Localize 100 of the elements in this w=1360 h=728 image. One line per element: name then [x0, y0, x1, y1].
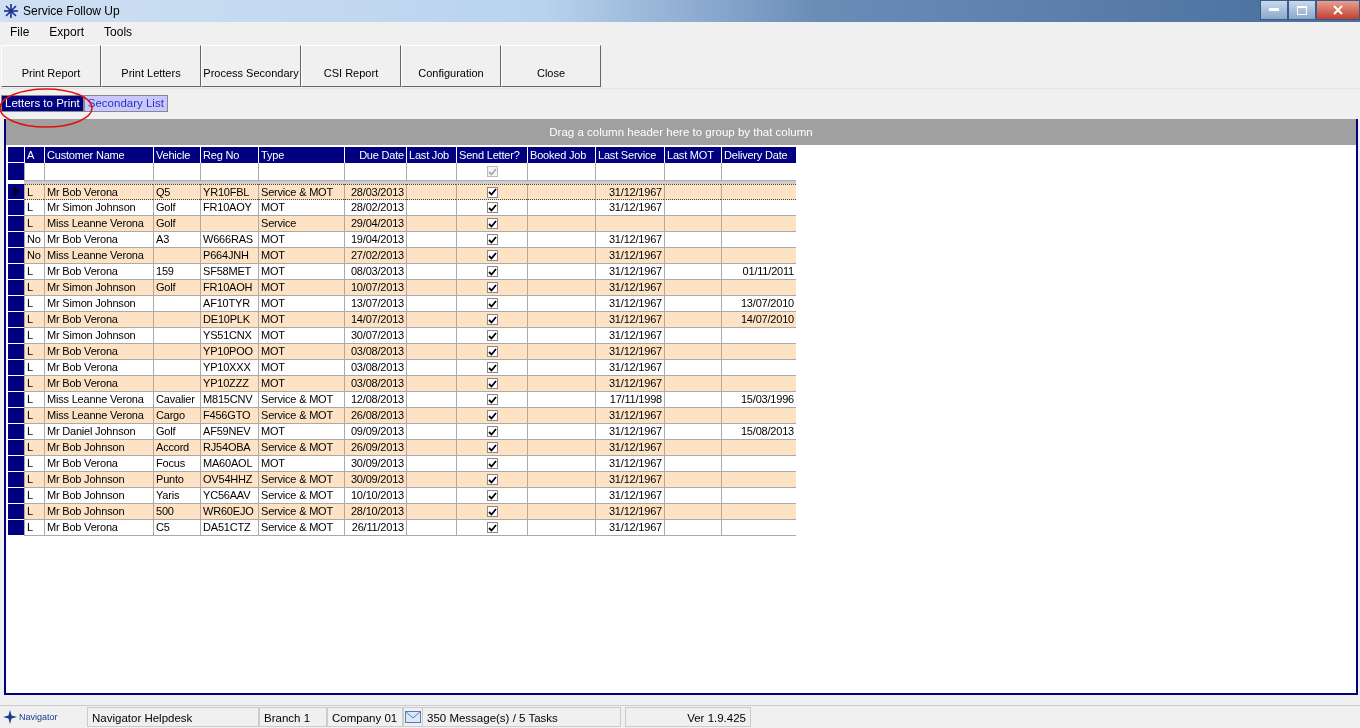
table-cell: Service & MOT — [258, 472, 344, 488]
table-cell: Q5 — [153, 184, 200, 200]
checkbox[interactable] — [486, 218, 498, 229]
checkbox[interactable] — [486, 458, 498, 469]
table-cell: 26/11/2013 — [344, 520, 406, 536]
checkbox[interactable] — [486, 474, 498, 485]
menu-item[interactable]: File — [0, 25, 40, 39]
row-header[interactable] — [8, 504, 24, 520]
row-header[interactable] — [8, 264, 24, 280]
checkbox[interactable] — [486, 362, 498, 373]
checkbox[interactable] — [486, 442, 498, 453]
checkbox[interactable] — [486, 522, 498, 533]
menu-item[interactable]: Export — [39, 25, 95, 39]
row-header[interactable] — [8, 376, 24, 392]
checkbox[interactable] — [486, 330, 498, 341]
column-header[interactable]: Send Letter? — [456, 147, 527, 163]
row-header[interactable] — [8, 472, 24, 488]
column-header[interactable]: A — [24, 147, 44, 163]
toolbar-button[interactable]: Configuration — [401, 45, 501, 87]
table-cell: RJ54OBA — [200, 440, 258, 456]
row-header[interactable] — [8, 248, 24, 264]
menu-item[interactable]: Tools — [94, 25, 143, 39]
table-cell — [153, 248, 200, 264]
checkbox[interactable] — [486, 506, 498, 517]
column-header[interactable]: Customer Name — [44, 147, 153, 163]
logo-text: Navigator — [19, 712, 58, 722]
row-header[interactable] — [8, 392, 24, 408]
table-cell: Mr Bob Verona — [44, 184, 153, 200]
minimize-icon — [1269, 8, 1279, 12]
tab[interactable]: Letters to Print — [1, 95, 84, 112]
toolbar-button[interactable]: CSI Report — [301, 45, 401, 87]
toolbar-button[interactable]: Process Secondary — [201, 45, 301, 87]
table-cell — [664, 376, 721, 392]
table-cell — [664, 344, 721, 360]
table-cell: 14/07/2010 — [721, 312, 796, 328]
close-button[interactable] — [1316, 0, 1360, 20]
table-cell: 31/12/1967 — [595, 408, 664, 424]
row-header[interactable] — [8, 232, 24, 248]
row-header[interactable] — [8, 520, 24, 536]
checkbox[interactable] — [486, 314, 498, 325]
checkbox[interactable] — [486, 346, 498, 357]
column-header[interactable]: Last MOT — [664, 147, 721, 163]
checkbox[interactable] — [486, 490, 498, 501]
maximize-button[interactable] — [1288, 0, 1316, 20]
table-cell: L — [24, 504, 44, 520]
table-cell: 31/12/1967 — [595, 376, 664, 392]
row-header[interactable] — [8, 344, 24, 360]
table-cell: 28/03/2013 — [344, 184, 406, 200]
column-header[interactable]: Type — [258, 147, 344, 163]
row-header[interactable] — [8, 184, 24, 200]
filter-checkbox[interactable] — [486, 166, 498, 177]
table-cell — [200, 216, 258, 232]
row-header[interactable] — [8, 280, 24, 296]
column-header[interactable]: Vehicle — [153, 147, 200, 163]
checkbox[interactable] — [486, 410, 498, 421]
row-header — [8, 147, 24, 163]
toolbar-button[interactable]: Print Report — [1, 45, 101, 87]
checkbox[interactable] — [486, 394, 498, 405]
checkbox[interactable] — [486, 426, 498, 437]
column-header[interactable]: Due Date — [344, 147, 406, 163]
table-cell: F456GTO — [200, 408, 258, 424]
checkbox[interactable] — [486, 298, 498, 309]
row-header[interactable] — [8, 312, 24, 328]
table-cell: L — [24, 216, 44, 232]
toolbar-button[interactable]: Close — [501, 45, 601, 87]
row-header[interactable] — [8, 328, 24, 344]
column-header[interactable]: Last Job — [406, 147, 456, 163]
row-header[interactable] — [8, 408, 24, 424]
column-header[interactable]: Delivery Date — [721, 147, 796, 163]
row-header[interactable] — [8, 360, 24, 376]
table-cell: WR60EJO — [200, 504, 258, 520]
column-header[interactable]: Last Service — [595, 147, 664, 163]
row-header[interactable] — [8, 200, 24, 216]
table-cell: Service & MOT — [258, 408, 344, 424]
table-cell: Mr Bob Verona — [44, 376, 153, 392]
row-header[interactable] — [8, 456, 24, 472]
table-cell: 500 — [153, 504, 200, 520]
checkbox[interactable] — [486, 282, 498, 293]
table-cell: L — [24, 376, 44, 392]
column-header[interactable]: Booked Job — [527, 147, 595, 163]
checkbox[interactable] — [486, 186, 498, 198]
row-header[interactable] — [8, 216, 24, 232]
row-header[interactable] — [8, 424, 24, 440]
minimize-button[interactable] — [1260, 0, 1288, 20]
row-header[interactable] — [8, 440, 24, 456]
checkbox[interactable] — [486, 250, 498, 261]
table-cell — [664, 216, 721, 232]
table-cell: Mr Bob Verona — [44, 312, 153, 328]
row-header[interactable] — [8, 296, 24, 312]
table-cell: 31/12/1967 — [595, 312, 664, 328]
row-header[interactable] — [8, 488, 24, 504]
checkbox[interactable] — [486, 266, 498, 277]
checkbox[interactable] — [486, 378, 498, 389]
toolbar-button[interactable]: Print Letters — [101, 45, 201, 87]
table-cell: 31/12/1967 — [595, 248, 664, 264]
checkbox[interactable] — [486, 234, 498, 245]
column-header[interactable]: Reg No — [200, 147, 258, 163]
table-cell: L — [24, 440, 44, 456]
table-cell: Accord — [153, 440, 200, 456]
checkbox[interactable] — [486, 202, 498, 213]
